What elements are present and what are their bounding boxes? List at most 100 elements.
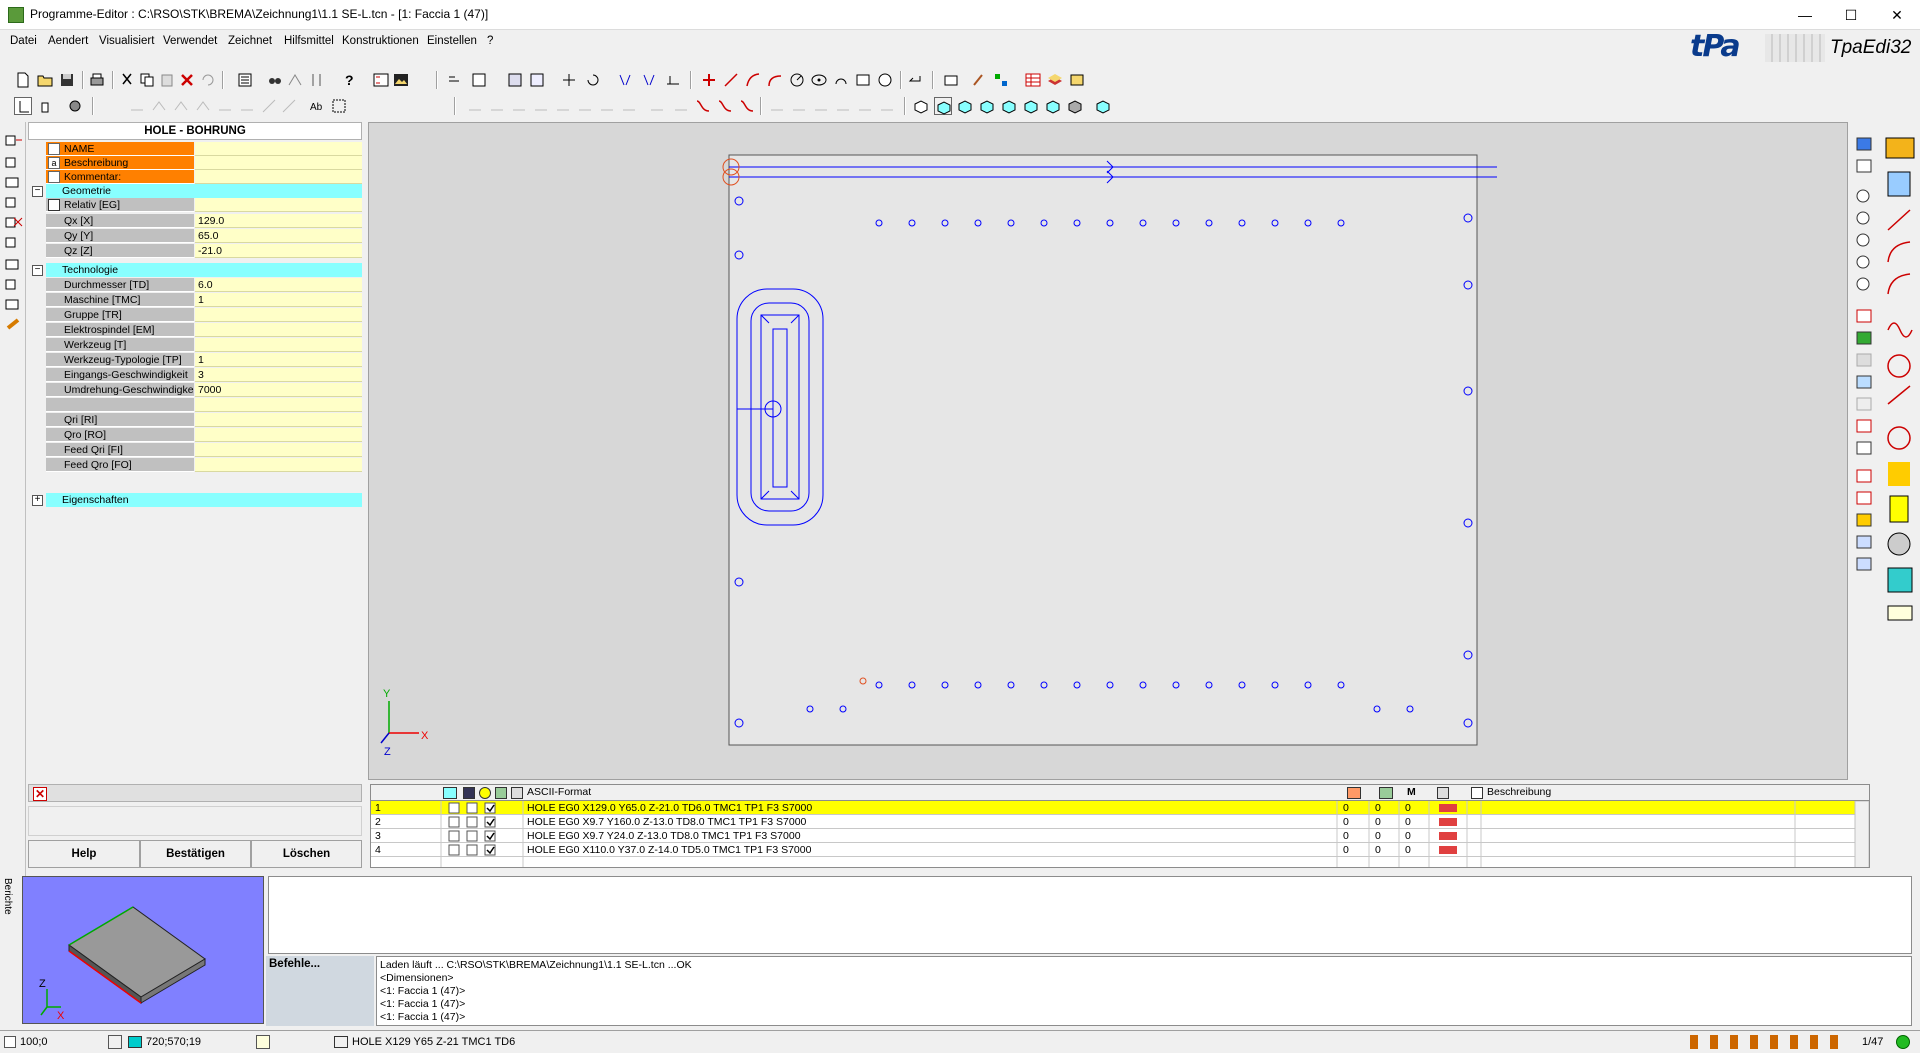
prop-row-td[interactable]: Durchmesser [TD] 6.0 [46,278,362,292]
replace-icon[interactable] [286,71,304,89]
prop-value[interactable] [195,338,362,352]
new-file-icon[interactable] [14,71,32,89]
3d-preview[interactable]: Z X [22,876,264,1024]
visible-col-icon[interactable] [479,787,491,799]
prop-row-em[interactable]: Elektrospindel [EM] [46,323,362,337]
rotate-icon[interactable] [584,71,602,89]
prop-value[interactable]: 65.0 [195,229,362,243]
prop-row-kommentar[interactable]: Kommentar: [46,170,362,184]
view-iso-icon[interactable] [1066,97,1084,115]
circle-icon[interactable] [876,71,894,89]
view-top-icon[interactable] [934,97,952,115]
group-technologie[interactable]: Technologie [46,263,362,277]
prop-value[interactable] [195,198,362,212]
open-folder-icon[interactable] [36,71,54,89]
arc2-icon[interactable] [766,71,784,89]
frame-icon[interactable] [506,71,524,89]
return-icon[interactable] [906,71,924,89]
prop-value[interactable]: 6.0 [195,278,362,292]
confirm-button[interactable]: Bestätigen [140,840,251,868]
paste-icon[interactable] [158,71,176,89]
col-m[interactable]: M [1407,786,1416,798]
ellipse-icon[interactable] [810,71,828,89]
line-icon[interactable] [722,71,740,89]
circle-center-icon[interactable] [788,71,806,89]
view-front-icon[interactable] [956,97,974,115]
group-eigenschaften[interactable]: Eigenschaften [46,493,362,507]
reports-label[interactable]: Berichte [2,878,13,915]
col-check-icon[interactable] [1437,787,1449,799]
mirror-icon[interactable] [616,71,634,89]
path3-icon[interactable] [738,97,756,115]
prop-value[interactable]: -21.0 [195,244,362,258]
prop-value[interactable] [195,170,362,184]
error-close-icon[interactable]: ✕ [33,787,47,801]
save-icon[interactable] [58,71,76,89]
crop-icon[interactable] [330,97,348,115]
prop-value[interactable]: 7000 [195,383,362,397]
prop-value[interactable] [195,458,362,472]
prop-value[interactable] [195,308,362,322]
collapse-geometrie-icon[interactable]: − [32,186,43,197]
menu-zeichnet[interactable]: Zeichnet [228,35,272,47]
collapse-technologie-icon[interactable]: − [32,265,43,276]
macro-icon[interactable] [446,71,464,89]
menu-visualisiert[interactable]: Visualisiert [99,35,154,47]
prop-value[interactable] [195,323,362,337]
undo-icon[interactable] [198,71,216,89]
prop-row-qy[interactable]: Qy [Y] 65.0 [46,229,362,243]
prop-value[interactable]: 1 [195,293,362,307]
prop-row-fo[interactable]: Feed Qro [FO] [46,458,362,472]
drawing-canvas[interactable]: Y X Z [368,122,1848,780]
commands-label[interactable]: Befehle... [266,956,374,1026]
select-icon[interactable] [14,97,32,115]
settings-icon[interactable] [66,97,84,115]
help-button[interactable]: Help [28,840,140,868]
view-bottom-icon[interactable] [1044,97,1062,115]
view-icon[interactable] [942,71,960,89]
view-left-icon[interactable] [1022,97,1040,115]
prop-value[interactable]: 3 [195,368,362,382]
prop-value[interactable]: 1 [195,353,362,367]
array-icon[interactable] [664,71,682,89]
layers-icon[interactable] [1046,71,1064,89]
edit-col-icon[interactable] [511,787,523,799]
view-3d-icon[interactable] [912,97,930,115]
path-icon[interactable] [694,97,712,115]
table-icon[interactable] [1024,71,1042,89]
prop-row-f[interactable]: Eingangs-Geschwindigkeit 3 [46,368,362,382]
tree-icon[interactable] [992,71,1010,89]
help-icon[interactable]: ? [340,71,358,89]
prop-value[interactable] [195,428,362,442]
maximize-button[interactable]: ☐ [1828,0,1874,30]
abc-col-icon[interactable] [1471,787,1483,799]
prop-row-relativ[interactable]: Relativ [EG] [46,198,362,212]
prop-row-blank[interactable] [46,398,362,412]
prop-value[interactable]: 129.0 [195,214,362,228]
rectangle-icon[interactable] [854,71,872,89]
minimize-button[interactable]: — [1782,0,1828,30]
prop-value[interactable] [195,142,362,156]
cut-icon[interactable] [118,71,136,89]
text-tool-icon[interactable]: Ab [308,97,326,115]
view-right-icon[interactable] [978,97,996,115]
prop-row-qx[interactable]: Qx [X] 129.0 [46,214,362,228]
param-icon[interactable] [372,71,390,89]
point-icon[interactable] [700,71,718,89]
prop-row-qz[interactable]: Qz [Z] -21.0 [46,244,362,258]
prop-row-ro[interactable]: Qro [RO] [46,428,362,442]
tool-icon[interactable] [970,71,988,89]
prop-row-tr[interactable]: Gruppe [TR] [46,308,362,322]
prop-row-tmc[interactable]: Maschine [TMC] 1 [46,293,362,307]
menu-aendert[interactable]: Aendert [48,35,88,47]
group-geometrie[interactable]: Geometrie [46,184,362,198]
prop-value[interactable] [195,156,362,170]
prop-value[interactable] [195,443,362,457]
col-ascii[interactable]: ASCII-Format [527,786,591,798]
view-back-icon[interactable] [1000,97,1018,115]
prop-value[interactable] [195,398,362,412]
prop-row-ri[interactable]: Qri [RI] [46,413,362,427]
menu-datei[interactable]: Datei [10,35,37,47]
tools-col-icon[interactable] [495,787,507,799]
print-icon[interactable] [88,71,106,89]
